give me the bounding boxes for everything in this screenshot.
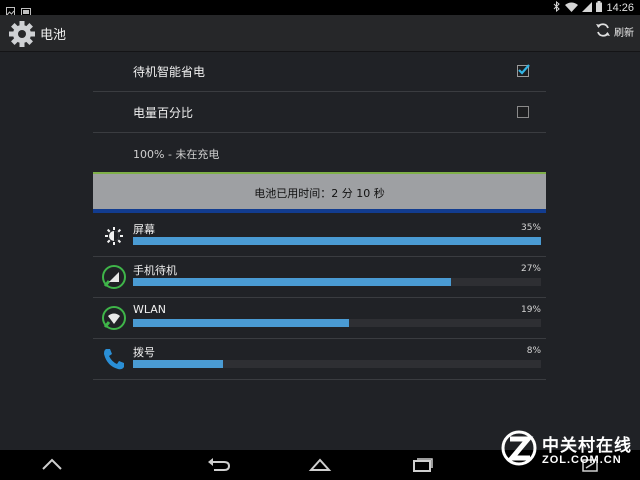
usage-bar-fill (133, 278, 452, 286)
back-icon[interactable] (206, 456, 231, 474)
usage-label: WLAN (133, 303, 167, 316)
usage-percent: 19% (520, 305, 541, 315)
battery-status-row: 100% - 未在充电 (93, 133, 546, 174)
status-bar: 14:26 (0, 0, 640, 17)
time-on-battery: 电池已用时间：2 分 10 秒 (254, 187, 385, 200)
checkmark-icon (518, 64, 530, 75)
refresh-icon (595, 22, 611, 41)
zol-watermark: 中关村在线 ZOL.COM.CN (500, 428, 636, 472)
recents-icon[interactable] (410, 456, 434, 474)
wlan-icon (101, 305, 127, 331)
usage-bar (133, 360, 541, 368)
usage-list: 屏幕 35% 手机待机 27% WLAN 19% 拨号 8% (93, 216, 546, 380)
refresh-label: 刷新 (614, 28, 634, 39)
page-title: 电池 (40, 28, 67, 43)
battery-percentage-checkbox[interactable] (517, 106, 529, 118)
smart-standby-checkbox[interactable] (517, 64, 530, 77)
usage-percent: 35% (520, 223, 541, 233)
watermark-brand-cn: 中关村在线 (542, 436, 632, 456)
usage-bar (133, 278, 541, 286)
wifi-icon (565, 2, 579, 15)
cell-standby-icon (101, 264, 127, 290)
usage-label: 手机待机 (133, 264, 177, 277)
settings-gear-icon[interactable] (8, 20, 36, 48)
phone-icon (101, 346, 127, 372)
usage-item-wlan[interactable]: WLAN 19% (93, 298, 546, 339)
bluetooth-icon (553, 0, 561, 15)
usage-item-cell-standby[interactable]: 手机待机 27% (93, 257, 546, 298)
usage-bar-fill (133, 360, 223, 368)
usage-label: 拨号 (133, 346, 155, 359)
pref-smart-standby-label: 待机智能省电 (133, 65, 206, 79)
signal-icon (582, 1, 593, 15)
up-arrow-icon[interactable] (40, 456, 64, 474)
clock-time: 14:26 (606, 2, 634, 14)
battery-icon (596, 1, 603, 15)
home-icon[interactable] (308, 456, 332, 474)
zol-logo-icon (500, 428, 538, 472)
pref-battery-percentage-label: 电量百分比 (133, 106, 194, 120)
usage-label: 屏幕 (133, 223, 155, 236)
refresh-button[interactable]: 刷新 (595, 22, 634, 41)
battery-preferences: 待机智能省电 电量百分比 100% - 未在充电 (93, 51, 546, 174)
watermark-brand-en: ZOL.COM.CN (542, 454, 622, 466)
battery-history-graph[interactable]: 电池已用时间：2 分 10 秒 (93, 172, 546, 210)
usage-percent: 8% (526, 346, 541, 356)
usage-item-dialer[interactable]: 拨号 8% (93, 339, 546, 380)
usage-bar (133, 237, 541, 245)
usage-bar-fill (133, 319, 350, 327)
usage-bar-fill (133, 237, 541, 245)
graph-divider (93, 209, 546, 213)
pref-battery-percentage[interactable]: 电量百分比 (93, 92, 546, 133)
usage-percent: 27% (520, 264, 541, 274)
usage-item-screen[interactable]: 屏幕 35% (93, 216, 546, 257)
action-bar: 电池 刷新 (0, 15, 640, 52)
pref-smart-standby[interactable]: 待机智能省电 (93, 51, 546, 92)
usage-bar (133, 319, 541, 327)
battery-status-text: 100% - 未在充电 (133, 148, 220, 161)
brightness-icon (101, 223, 127, 249)
